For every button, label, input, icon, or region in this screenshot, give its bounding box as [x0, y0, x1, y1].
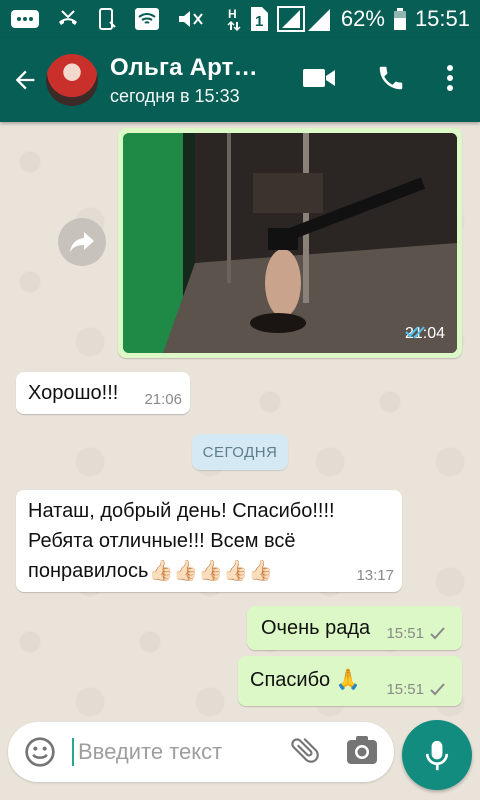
text-cursor — [72, 738, 74, 766]
wifi-icon — [134, 7, 160, 31]
whatsapp-icon — [10, 7, 40, 31]
svg-text:1: 1 — [255, 13, 263, 30]
incoming-message[interactable]: Наташ, добрый день! Спасибо!!!! Ребята о… — [16, 490, 402, 592]
camera-icon — [347, 735, 377, 764]
incoming-message[interactable]: Хорошо!!! 21:06 — [16, 372, 190, 414]
contact-name: Ольга Арт… — [110, 53, 258, 81]
outgoing-message[interactable]: Спасибо 🙏 15:51 — [238, 656, 462, 706]
message-line: Ребята отличные!!! Всем всё — [28, 530, 296, 552]
image-message[interactable]: 21:04 — [118, 128, 462, 358]
outgoing-message[interactable]: Очень рада 15:51 — [247, 606, 462, 650]
status-bar: H 1 62% 15:51 — [0, 0, 480, 38]
forward-icon — [70, 232, 94, 252]
battery-percent: 62% — [340, 6, 385, 31]
avatar[interactable] — [46, 54, 98, 106]
menu-dots-icon — [447, 64, 453, 91]
menu-button[interactable] — [446, 64, 454, 97]
mute-icon — [176, 7, 204, 31]
emoji-icon — [25, 737, 55, 767]
message-line: понравилось👍🏻👍🏻👍🏻👍🏻👍🏻 — [28, 560, 273, 582]
attach-button[interactable] — [288, 733, 322, 772]
svg-text:H: H — [228, 7, 237, 21]
message-entry — [8, 722, 394, 782]
video-call-icon — [303, 68, 335, 87]
video-call-button[interactable] — [302, 66, 336, 95]
photo-thumbnail[interactable]: 21:04 — [123, 133, 457, 353]
voice-call-button[interactable] — [376, 63, 406, 98]
back-button[interactable] — [4, 50, 46, 110]
network-h-icon: H — [227, 6, 241, 32]
forward-button[interactable] — [58, 218, 106, 266]
missed-call-icon — [56, 7, 80, 31]
message-time: 13:17 — [356, 567, 394, 584]
double-check-icon — [405, 326, 425, 339]
battery-icon — [393, 7, 407, 31]
message-line: Наташ, добрый день! Спасибо!!!! — [28, 500, 335, 522]
voice-record-button[interactable] — [402, 720, 472, 790]
last-seen: сегодня в 15:33 — [110, 85, 240, 106]
signal-icon — [276, 6, 333, 32]
voice-call-icon — [379, 66, 403, 89]
date-divider: СЕГОДНЯ — [192, 434, 288, 470]
single-check-icon — [430, 626, 445, 639]
message-time: 15:51 — [386, 625, 424, 642]
camera-button[interactable] — [346, 735, 378, 770]
image-timestamp: 21:04 — [404, 325, 445, 342]
composer — [0, 720, 480, 800]
chat-area[interactable]: 21:04 Хорошо!!! 21:06 СЕГОДНЯ Наташ, доб… — [0, 122, 480, 722]
emoji-button[interactable] — [8, 736, 72, 768]
message-time: 15:51 — [386, 681, 424, 698]
clock: 15:51 — [414, 6, 470, 31]
phone-icon — [96, 7, 118, 31]
mic-icon — [425, 740, 449, 771]
contact-info[interactable]: Ольга Арт… сегодня в 15:33 — [110, 54, 258, 107]
single-check-icon — [430, 682, 445, 695]
chat-header: Ольга Арт… сегодня в 15:33 — [0, 38, 480, 122]
sim-icon: 1 — [249, 6, 269, 32]
message-time: 21:06 — [144, 391, 182, 408]
back-arrow-icon — [15, 70, 35, 90]
message-input[interactable] — [76, 738, 270, 766]
attach-icon — [291, 737, 319, 763]
